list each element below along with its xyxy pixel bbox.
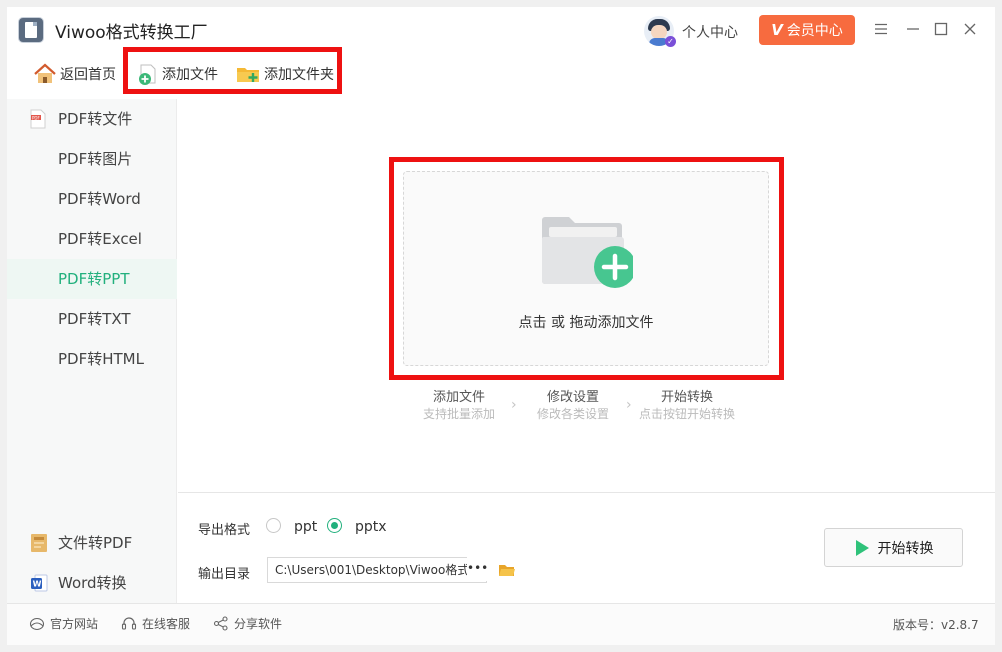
format-radio-ppt[interactable] xyxy=(266,518,281,533)
sidebar-item-label: PDF转图片 xyxy=(58,150,133,168)
home-button[interactable]: 返回首页 xyxy=(33,60,116,88)
export-format-label: 导出格式 xyxy=(198,523,251,538)
sidebar-item-label: PDF转PPT xyxy=(58,270,130,288)
step-title: 添加文件 xyxy=(432,390,485,405)
sidebar-section-file-to-pdf-label: 文件转PDF xyxy=(58,534,133,552)
step-add-file: 添加文件 支持批量添加 xyxy=(404,389,514,422)
svg-text:PDF: PDF xyxy=(32,115,40,120)
output-directory-label: 输出目录 xyxy=(198,567,251,582)
sidebar-section-pdf-label: PDF转文件 xyxy=(58,110,133,128)
share-software-label: 分享软件 xyxy=(234,617,283,631)
minimize-button[interactable] xyxy=(903,19,923,39)
sidebar-item-label: PDF转Word xyxy=(58,190,141,208)
start-convert-button[interactable]: 开始转换 xyxy=(824,528,963,567)
sidebar-item-pdf-to-word[interactable]: PDF转Word xyxy=(7,179,177,219)
chevron-right-icon: › xyxy=(511,397,517,413)
sidebar-item-pdf-to-image[interactable]: PDF转图片 xyxy=(7,139,177,179)
app-title: Viwoo格式转换工厂 xyxy=(55,23,208,43)
share-software-link[interactable]: 分享软件 xyxy=(213,615,282,632)
vip-center-label: 会员中心 xyxy=(786,23,843,39)
step-subtitle: 点击按钮开始转换 xyxy=(638,407,735,421)
sidebar-section-word-convert[interactable]: W Word转换 xyxy=(7,563,177,603)
format-label-ppt[interactable]: ppt xyxy=(294,519,317,535)
output-directory-field[interactable]: C:\Users\001\Desktop\Viwoo格式 xyxy=(267,557,487,583)
version-text: 版本号：v2.8.7 xyxy=(893,618,979,632)
sidebar-item-pdf-to-txt[interactable]: PDF转TXT xyxy=(7,299,177,339)
sidebar-section-pdf[interactable]: PDF PDF转文件 xyxy=(7,99,177,139)
play-icon xyxy=(855,539,869,556)
start-convert-label: 开始转换 xyxy=(877,540,934,557)
home-icon xyxy=(34,63,56,83)
menu-button[interactable] xyxy=(871,19,891,39)
vip-center-button[interactable]: V 会员中心 xyxy=(759,15,855,45)
step-subtitle: 修改各类设置 xyxy=(536,407,609,421)
drop-zone-highlight-box xyxy=(389,157,784,380)
format-label-pptx[interactable]: pptx xyxy=(355,519,387,535)
share-icon xyxy=(213,616,228,631)
verified-badge-icon: ✓ xyxy=(665,36,676,47)
personal-center-link[interactable]: 个人中心 xyxy=(682,22,738,42)
close-icon xyxy=(964,23,976,35)
hamburger-icon xyxy=(875,23,887,35)
home-label: 返回首页 xyxy=(60,67,116,83)
minimize-icon xyxy=(907,28,919,30)
step-title: 修改设置 xyxy=(546,390,599,405)
app-logo-icon xyxy=(18,17,44,43)
sidebar-section-file-to-pdf[interactable]: 文件转PDF xyxy=(7,523,177,563)
sidebar-item-pdf-to-ppt[interactable]: PDF转PPT xyxy=(7,259,177,299)
toolbar-highlight-box xyxy=(123,47,342,94)
app-window: Viwoo格式转换工厂 ✓ 个人中心 V 会员中心 返回首页 添加文件 添加文件… xyxy=(7,7,995,645)
close-button[interactable] xyxy=(960,19,980,39)
step-modify-settings: 修改设置 修改各类设置 xyxy=(518,389,628,422)
chevron-right-icon: › xyxy=(626,397,632,413)
folder-open-icon[interactable] xyxy=(498,563,516,578)
sidebar-item-label: PDF转Excel xyxy=(58,230,142,248)
step-subtitle: 支持批量添加 xyxy=(422,407,495,421)
sidebar-item-label: PDF转HTML xyxy=(58,350,144,368)
online-service-link[interactable]: 在线客服 xyxy=(121,615,190,632)
sidebar-section-word-convert-label: Word转换 xyxy=(58,574,127,592)
headset-icon xyxy=(121,617,137,630)
file-to-pdf-icon xyxy=(31,534,47,552)
pdf-file-icon: PDF xyxy=(30,109,46,129)
sidebar: PDF PDF转文件 PDF转图片 PDF转Word PDF转Excel PDF… xyxy=(7,99,177,603)
format-radio-pptx[interactable] xyxy=(327,518,342,533)
step-start-convert: 开始转换 点击按钮开始转换 xyxy=(632,389,742,422)
maximize-icon xyxy=(934,22,948,36)
sidebar-item-pdf-to-excel[interactable]: PDF转Excel xyxy=(7,219,177,259)
word-icon: W xyxy=(31,574,48,592)
online-service-label: 在线客服 xyxy=(142,617,191,631)
globe-icon xyxy=(29,617,45,630)
step-title: 开始转换 xyxy=(660,390,713,405)
sidebar-item-pdf-to-html[interactable]: PDF转HTML xyxy=(7,339,177,379)
vip-icon: V xyxy=(771,21,783,39)
output-path-more-button[interactable]: ••• xyxy=(467,557,488,581)
official-site-link[interactable]: 官方网站 xyxy=(29,615,98,632)
svg-text:W: W xyxy=(33,580,42,589)
maximize-button[interactable] xyxy=(931,19,951,39)
official-site-label: 官方网站 xyxy=(50,617,99,631)
sidebar-item-label: PDF转TXT xyxy=(58,310,131,328)
